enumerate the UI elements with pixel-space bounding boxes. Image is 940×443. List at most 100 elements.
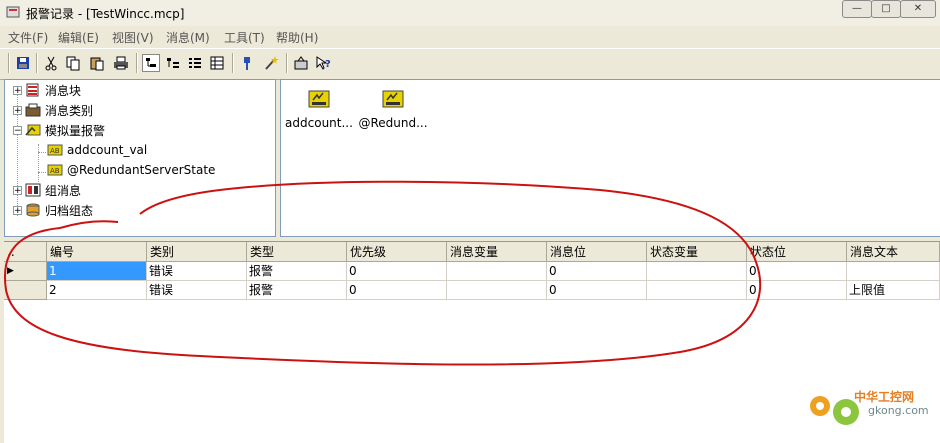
- tree-item-addcount-val[interactable]: AB addcount_val: [47, 141, 147, 159]
- table-cell[interactable]: 0: [347, 262, 447, 281]
- tree-item-redundant-server-state[interactable]: AB @RedundantServerState: [47, 161, 215, 179]
- table-cell[interactable]: 0: [347, 281, 447, 300]
- menu-message[interactable]: 消息(M): [166, 29, 210, 46]
- title-bar: 报警记录 - [TestWincc.mcp] — □ ✕: [0, 0, 940, 27]
- column-header[interactable]: 消息位: [547, 242, 647, 262]
- table-cell[interactable]: 上限值: [847, 281, 940, 300]
- table-cell[interactable]: [847, 262, 940, 281]
- table-cell[interactable]: 报警: [247, 281, 347, 300]
- icon-item-label: @Redund...: [358, 116, 428, 130]
- analog-tag-icon: AB: [47, 163, 63, 177]
- menu-tools[interactable]: 工具(T): [224, 29, 265, 46]
- tree-item-label: addcount_val: [67, 143, 148, 157]
- column-header[interactable]: 状态位: [747, 242, 847, 262]
- cut-icon[interactable]: [42, 54, 60, 72]
- export-icon[interactable]: [292, 54, 310, 72]
- collapse-icon[interactable]: −: [13, 125, 22, 135]
- tree-item-message-classes[interactable]: + 消息类别: [13, 101, 93, 119]
- svg-text:AB: AB: [50, 167, 60, 175]
- table-corner[interactable]: ..: [4, 242, 47, 262]
- tree-item-label: 模拟量报警: [45, 123, 106, 138]
- maximize-button[interactable]: □: [871, 0, 901, 18]
- column-header[interactable]: 类别: [147, 242, 247, 262]
- table-cell[interactable]: 报警: [247, 262, 347, 281]
- tree-item-label: 消息类别: [45, 103, 94, 118]
- tree-line: [38, 172, 46, 173]
- table-cell[interactable]: [447, 262, 547, 281]
- table-cell[interactable]: 0: [747, 281, 847, 300]
- table-cell[interactable]: 错误: [147, 281, 247, 300]
- expand-icon[interactable]: +: [13, 205, 22, 215]
- table-cell[interactable]: [647, 281, 747, 300]
- menu-view[interactable]: 视图(V): [112, 29, 154, 46]
- table-cell[interactable]: 0: [747, 262, 847, 281]
- row-selector[interactable]: ▶: [4, 262, 47, 281]
- expand-icon[interactable]: +: [13, 105, 22, 115]
- tree-item-analog-alarm[interactable]: − 模拟量报警: [13, 121, 105, 139]
- column-header[interactable]: 消息文本: [847, 242, 940, 262]
- svg-text:AB: AB: [50, 147, 60, 155]
- toolbar-separator: [136, 53, 138, 73]
- tree-item-label: 归档组态: [45, 203, 94, 218]
- minimize-button[interactable]: —: [842, 0, 872, 18]
- expand-icon[interactable]: +: [13, 85, 22, 95]
- column-header[interactable]: 编号: [47, 242, 147, 262]
- menu-edit[interactable]: 编辑(E): [58, 29, 99, 46]
- row-pointer-icon: ▶: [7, 266, 14, 276]
- tree-line: [38, 152, 46, 153]
- icon-item-redundant[interactable]: @Redund...: [357, 88, 429, 130]
- table-cell[interactable]: [647, 262, 747, 281]
- menu-file[interactable]: 文件(F): [8, 29, 48, 46]
- alarm-table: .. 编号 类别 类型 优先级 消息变量 消息位 状态变量 状态位 消息文本 ▶…: [4, 241, 940, 443]
- group-message-icon: [25, 183, 41, 197]
- column-header[interactable]: 消息变量: [447, 242, 547, 262]
- menu-bar: 文件(F) 编辑(E) 视图(V) 消息(M) 工具(T) 帮助(H): [0, 26, 940, 46]
- help-icon[interactable]: ?: [314, 54, 332, 72]
- message-block-icon: [25, 83, 41, 97]
- watermark-title: 中华工控网: [854, 390, 915, 404]
- print-icon[interactable]: [112, 54, 130, 72]
- column-header[interactable]: 状态变量: [647, 242, 747, 262]
- tree-item-label: @RedundantServerState: [67, 163, 216, 177]
- view-icon-2[interactable]: [164, 54, 182, 72]
- row-selector[interactable]: [4, 281, 47, 300]
- analog-tag-icon: [307, 88, 331, 110]
- tree-item-archive-config[interactable]: + 归档组态: [13, 201, 93, 219]
- toolbar-separator: [36, 53, 38, 73]
- table-cell[interactable]: 0: [547, 262, 647, 281]
- expand-icon[interactable]: +: [13, 185, 22, 195]
- tree-item-message-blocks[interactable]: + 消息块: [13, 81, 81, 99]
- toolbar-separator: [286, 53, 288, 73]
- paste-icon[interactable]: [88, 54, 106, 72]
- archive-icon: [25, 203, 41, 217]
- toolbar: ?: [0, 48, 940, 80]
- table-cell[interactable]: 错误: [147, 262, 247, 281]
- close-button[interactable]: ✕: [900, 0, 936, 18]
- watermark-url: gkong.com: [868, 404, 929, 417]
- toolbar-separator: [232, 53, 234, 73]
- message-class-icon: [25, 103, 41, 117]
- copy-icon[interactable]: [64, 54, 82, 72]
- object-icon-pane: addcount... @Redund...: [280, 79, 940, 237]
- analog-alarm-icon: [25, 123, 41, 137]
- table-cell[interactable]: 0: [547, 281, 647, 300]
- menu-help[interactable]: 帮助(H): [276, 29, 318, 46]
- table-cell[interactable]: [447, 281, 547, 300]
- properties-icon[interactable]: [238, 54, 256, 72]
- icon-item-label: addcount...: [285, 116, 353, 130]
- view-icon-1[interactable]: [142, 54, 160, 72]
- column-header[interactable]: 类型: [247, 242, 347, 262]
- app-icon: [6, 6, 20, 18]
- window-title: 报警记录 - [TestWincc.mcp]: [26, 7, 185, 21]
- tree-item-group-messages[interactable]: + 组消息: [13, 181, 81, 199]
- view-icon-3[interactable]: [186, 54, 204, 72]
- tree-item-label: 组消息: [45, 183, 82, 198]
- view-icon-4[interactable]: [208, 54, 226, 72]
- wizard-icon[interactable]: [262, 54, 280, 72]
- icon-item-addcount[interactable]: addcount...: [283, 88, 355, 130]
- column-header[interactable]: 优先级: [347, 242, 447, 262]
- table-cell[interactable]: 2: [47, 281, 147, 300]
- save-icon[interactable]: [14, 54, 32, 72]
- analog-tag-icon: AB: [47, 143, 63, 157]
- table-cell[interactable]: 1: [47, 262, 147, 281]
